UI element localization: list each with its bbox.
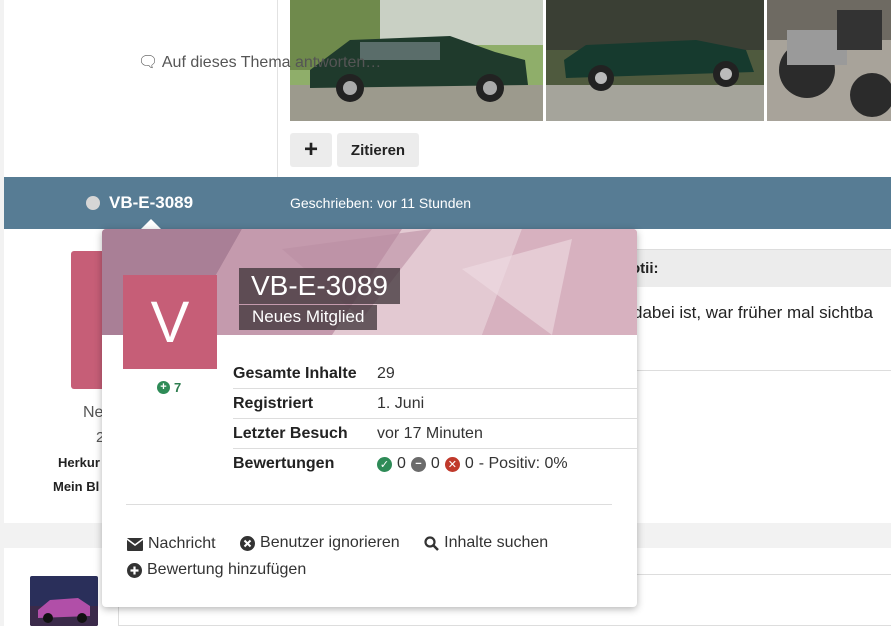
multiquote-button[interactable]: + [290, 133, 332, 167]
stat-row: Letzter Besuch vor 17 Minuten [233, 419, 637, 449]
previous-post-author-column [4, 0, 278, 177]
envelope-icon [127, 537, 143, 551]
check-circle-icon: ✓ [377, 456, 392, 472]
quote-button[interactable]: Zitieren [337, 133, 419, 167]
previous-post: + Zitieren [4, 0, 891, 177]
positive-count: 0 [397, 455, 406, 472]
send-message-link[interactable]: Nachricht [127, 532, 216, 556]
plus-circle-icon [127, 562, 142, 578]
neutral-count: 0 [430, 455, 440, 472]
hovercard-stats: Gesamte Inhalte 29 Registriert 1. Juni L… [233, 359, 637, 479]
gallery-image-motorcycle[interactable] [766, 0, 891, 121]
author-vehicle-label: Mein Bl [53, 479, 100, 494]
post-timestamp[interactable]: Geschrieben: vor 11 Stunden [290, 195, 471, 211]
stat-value: 1. Juni [377, 394, 425, 412]
times-circle-icon: ✕ [444, 456, 460, 472]
stat-label: Letzter Besuch [233, 424, 348, 442]
positive-percentage: - Positiv: 0% [478, 455, 568, 472]
ratings-value: ✓ 0 − 0 ✕ 0 - Positiv: 0% [377, 455, 568, 473]
current-user-avatar[interactable] [30, 576, 98, 626]
stat-row: Registriert 1. Juni [233, 389, 637, 419]
stat-label: Registriert [233, 394, 314, 412]
minus-circle-icon: − [410, 456, 426, 472]
stat-row: Gesamte Inhalte 29 [233, 359, 637, 389]
hovercard-avatar[interactable]: V [123, 275, 217, 369]
search-content-link[interactable]: Inhalte suchen [424, 531, 548, 555]
stat-value: vor 17 Minuten [377, 424, 483, 442]
ratings-label: Bewertungen [233, 455, 335, 472]
hovercard-username[interactable]: VB-E-3089 [239, 268, 400, 304]
gallery-image-convertible[interactable] [545, 0, 764, 121]
times-circle-icon [240, 535, 256, 551]
ignore-user-link[interactable]: Benutzer ignorieren [240, 531, 400, 555]
stat-label: Gesamte Inhalte [233, 364, 357, 382]
add-rating-link[interactable]: Bewertung hinzufügen [127, 558, 306, 582]
hovercard-divider [126, 504, 612, 505]
offline-status-icon [86, 196, 100, 210]
post-author-bar: VB-E-3089 Geschrieben: vor 11 Stunden [4, 177, 891, 229]
search-icon [424, 535, 440, 551]
stat-value: 29 [377, 364, 395, 382]
popup-pointer [141, 219, 161, 229]
author-username-link[interactable]: VB-E-3089 [109, 193, 193, 213]
ratings-row: Bewertungen ✓ 0 − 0 ✕ 0 - Positiv: 0% [233, 449, 637, 479]
reputation-value: 7 [174, 380, 182, 395]
hovercard-actions: Nachricht Benutzer ignorieren Inhalte su… [127, 531, 568, 583]
user-hovercard: V + 7 VB-E-3089 Neues Mitglied Gesamte I… [102, 229, 637, 607]
comment-icon: 🗨 [138, 54, 159, 71]
hovercard-member-title: Neues Mitglied [239, 305, 378, 330]
author-origin-label: Herkur [58, 455, 100, 470]
author-role-text: Ne [83, 404, 104, 421]
reputation-badge: + 7 [157, 380, 181, 395]
reply-placeholder[interactable]: 🗨 Auf dieses Thema antworten… [138, 52, 381, 72]
plus-circle-icon: + [157, 381, 170, 394]
negative-count: 0 [464, 455, 474, 472]
